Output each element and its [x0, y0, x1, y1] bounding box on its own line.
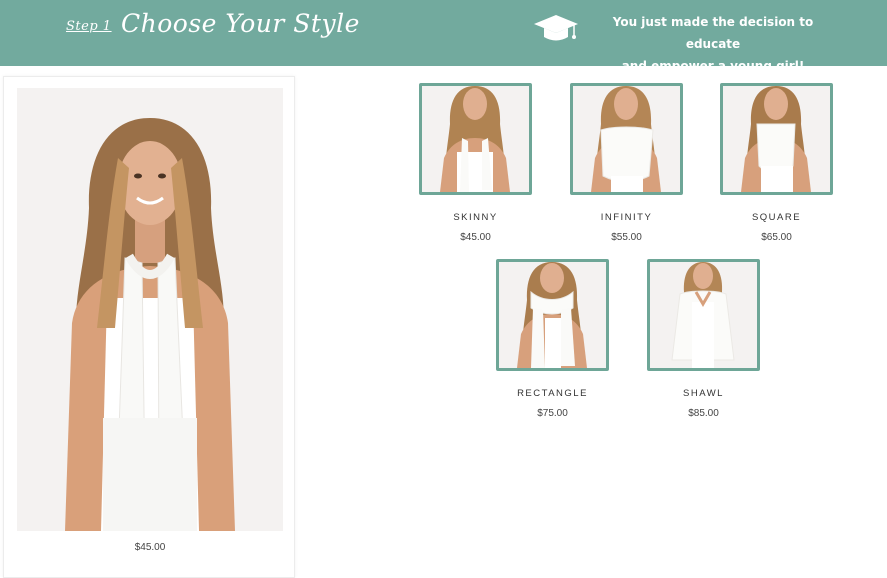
page-title: Choose Your Style	[121, 9, 360, 38]
style-option-shawl[interactable]: SHAWL $85.00	[647, 259, 760, 419]
style-option-price: $75.00	[537, 408, 568, 419]
style-thumbnail[interactable]	[496, 259, 609, 371]
style-option-skinny[interactable]: SKINNY $45.00	[419, 83, 532, 243]
style-option-square[interactable]: SQUARE $65.00	[720, 83, 833, 243]
style-option-price: $45.00	[460, 232, 491, 243]
tagline-line-2: and empower a young girl!	[621, 59, 805, 73]
graduation-cap-icon	[532, 13, 580, 45]
tagline-line-1: You just made the decision to educate	[612, 15, 814, 51]
style-option-name: SHAWL	[683, 388, 724, 399]
style-thumbnail[interactable]	[720, 83, 833, 195]
style-thumbnail[interactable]	[647, 259, 760, 371]
style-thumbnail[interactable]	[419, 83, 532, 195]
style-option-infinity[interactable]: INFINITY $55.00	[570, 83, 683, 243]
style-option-name: RECTANGLE	[517, 388, 588, 399]
style-option-name: SQUARE	[751, 212, 802, 223]
style-thumbnail[interactable]	[570, 83, 683, 195]
style-option-name: SKINNY	[453, 212, 498, 223]
tagline: You just made the decision to educate an…	[598, 11, 828, 77]
selected-style-preview: $45.00	[3, 76, 295, 578]
style-option-name: INFINITY	[600, 212, 653, 223]
style-option-price: $65.00	[761, 232, 792, 243]
style-option-rectangle[interactable]: RECTANGLE $75.00	[496, 259, 609, 419]
selected-price: $45.00	[134, 542, 166, 553]
style-option-price: $55.00	[611, 232, 642, 243]
style-option-price: $85.00	[688, 408, 719, 419]
header-banner: Step 1 Choose Your Style You just made t…	[0, 0, 887, 73]
step-label: Step 1	[66, 19, 112, 34]
selected-style-photo	[17, 88, 283, 531]
